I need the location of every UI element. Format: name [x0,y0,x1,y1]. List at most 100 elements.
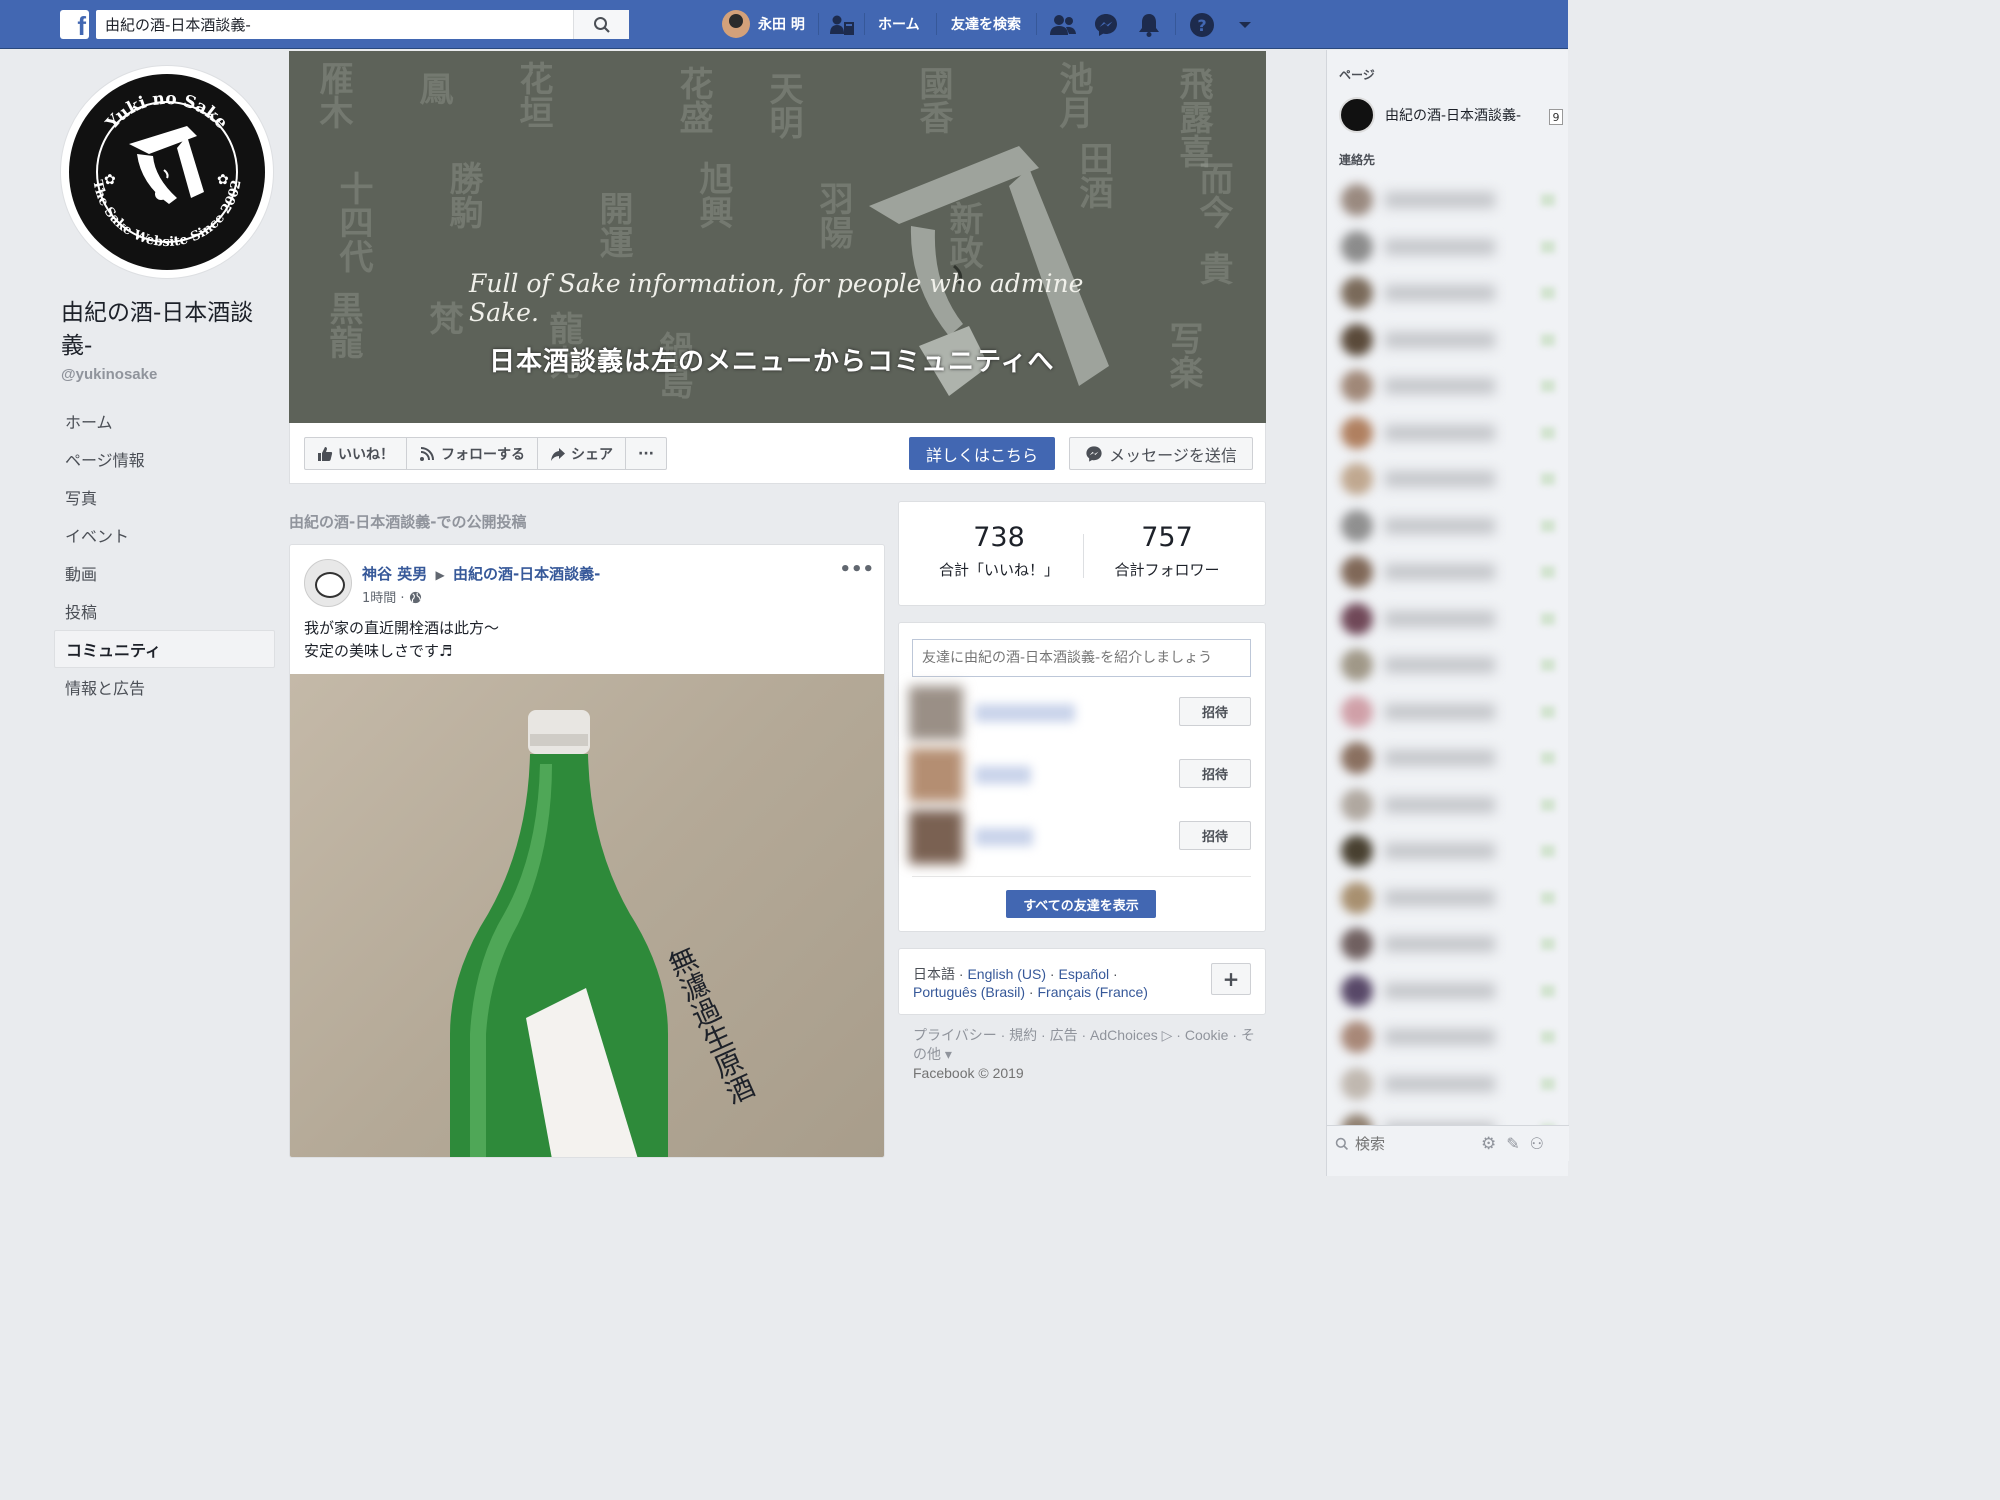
search-button[interactable] [573,10,629,39]
post-options-icon[interactable]: ••• [839,559,874,580]
contact-item[interactable] [1335,227,1561,267]
contact-item[interactable] [1335,552,1561,592]
home-link[interactable]: ホーム [878,14,920,34]
contact-item[interactable] [1335,831,1561,871]
notifications-icon[interactable] [1136,12,1162,38]
cover-kanji-text: 貴 [1193,251,1233,285]
invite-button[interactable]: 招待 [1179,759,1251,788]
nav-item-posts[interactable]: 投稿 [54,592,275,630]
create-icon[interactable] [829,12,855,38]
avatar [1341,835,1373,867]
messenger-icon[interactable] [1093,12,1119,38]
sidebar-page-item[interactable]: 由紀の酒-日本酒談義- [1339,97,1521,133]
divider [936,13,937,35]
friend-name-blurred [975,828,1033,846]
post-target-link[interactable]: 由紀の酒-日本酒談義- [453,565,600,583]
contact-name-blurred [1385,982,1495,999]
friend-name-blurred [975,704,1075,722]
contact-item[interactable] [1335,971,1561,1011]
friend-requests-icon[interactable] [1050,12,1076,38]
chat-search-input[interactable] [1355,1134,1475,1153]
contact-name-blurred [1385,843,1495,859]
online-status-indicator [1541,938,1555,950]
search-input[interactable] [96,10,566,39]
gear-icon[interactable]: ⚙ [1481,1134,1496,1154]
nav-item-about[interactable]: ページ情報 [54,440,275,478]
learn-more-button[interactable]: 詳しくはこちら [909,437,1055,470]
new-message-icon[interactable]: ✎ [1506,1134,1519,1153]
avatar [1341,788,1373,821]
likes-label: 合計「いいね！」 [938,561,1059,579]
post-author-link[interactable]: 神谷 英男 [362,565,427,583]
contact-name-blurred [1385,331,1495,348]
invite-button[interactable]: 招待 [1179,821,1251,850]
cover-kanji-text: 黒龍 [323,291,363,359]
friend-suggestion: 招待 [909,748,1255,802]
cover-kanji-text: 花垣 [513,61,553,129]
contact-item[interactable] [1335,924,1561,964]
contact-item[interactable] [1335,180,1561,220]
contact-name-blurred [1385,936,1495,952]
cover-photo[interactable]: 雁木鳳花垣 花盛 天明 國香 池月 飛露喜 十四代 勝駒 開運 旭興 羽陽 新政 田酒 而今 黒龍梵龍力 鍋島… [289,51,1266,423]
contact-item[interactable] [1335,785,1561,825]
share-arrow-icon [551,447,565,461]
add-language-button[interactable]: + [1211,963,1251,995]
online-status-indicator [1541,287,1555,299]
avatar [1341,742,1373,774]
avatar [1341,463,1373,495]
nav-item-community[interactable]: コミュニティ [54,630,275,668]
post-timestamp[interactable]: 1時間 · [362,587,422,606]
send-message-button[interactable]: メッセージを送信 [1069,437,1253,470]
language-line: Português (Brasil) · Français (France) [913,984,1148,1000]
contact-item[interactable] [1335,320,1561,360]
account-menu-icon[interactable] [1232,12,1258,38]
facebook-logo[interactable]: f [60,10,89,41]
like-label: いいね！ [338,446,394,463]
contact-name-blurred [1385,750,1495,766]
contact-item[interactable] [1335,366,1561,406]
language-link[interactable]: Português (Brasil) [913,984,1025,1000]
cover-kanji-text: 十四代 [333,171,373,273]
post-photo[interactable]: 無濾過生原酒 [290,674,884,1157]
visitor-post: 神谷 英男 ▶ 由紀の酒-日本酒談義- 1時間 · ••• 我が家の直近開栓酒は… [289,544,885,1158]
contact-item[interactable] [1335,599,1561,639]
online-status-indicator [1541,426,1555,439]
find-friends-link[interactable]: 友達を検索 [951,14,1021,34]
more-options-button[interactable]: ··· [626,438,666,469]
contact-item[interactable] [1335,413,1561,453]
footer-links[interactable]: プライバシー · 規約 · 広告 · AdChoices ▷ · Cookie … [913,1026,1263,1064]
avatar [909,748,963,802]
nav-item-videos[interactable]: 動画 [54,554,275,592]
language-link[interactable]: English (US) [967,966,1046,982]
page-username[interactable]: @yukinosake [61,366,157,383]
page-profile-picture[interactable]: ✿ ✿ Yuki no Sake The Sake Website Since … [60,65,274,279]
help-icon[interactable]: ? [1189,12,1215,38]
post-author-avatar[interactable] [304,559,352,607]
share-button[interactable]: シェア [538,438,626,469]
contact-item[interactable] [1335,878,1561,918]
contact-item[interactable] [1335,273,1561,313]
invite-button[interactable]: 招待 [1179,697,1251,726]
see-all-friends-button[interactable]: すべての友達を表示 [1006,890,1156,918]
follow-button[interactable]: フォローする [407,438,538,469]
language-link[interactable]: Français (France) [1038,984,1148,1000]
cover-kanji-text: 花盛 [673,66,713,134]
nav-item-info-and-ads[interactable]: 情報と広告 [54,668,275,706]
contact-item[interactable] [1335,692,1561,732]
invite-friends-input[interactable] [912,639,1251,677]
contact-item[interactable] [1335,506,1561,546]
language-link[interactable]: Español [1059,966,1110,982]
contact-item[interactable] [1335,459,1561,499]
new-group-icon[interactable]: ⚇ [1530,1134,1544,1153]
contact-item[interactable] [1335,1064,1561,1104]
nav-item-events[interactable]: イベント [54,516,275,554]
profile-link[interactable]: 永田 明 [722,10,805,38]
contact-item[interactable] [1335,645,1561,685]
contact-item[interactable] [1335,738,1561,778]
page-title[interactable]: 由紀の酒-日本酒談義- [61,297,273,363]
svg-text:Yuki no Sake: Yuki no Sake [102,89,232,134]
nav-item-home[interactable]: ホーム [54,402,275,440]
nav-item-photos[interactable]: 写真 [54,478,275,516]
like-button[interactable]: いいね！ [305,438,407,469]
contact-item[interactable] [1335,1017,1561,1057]
